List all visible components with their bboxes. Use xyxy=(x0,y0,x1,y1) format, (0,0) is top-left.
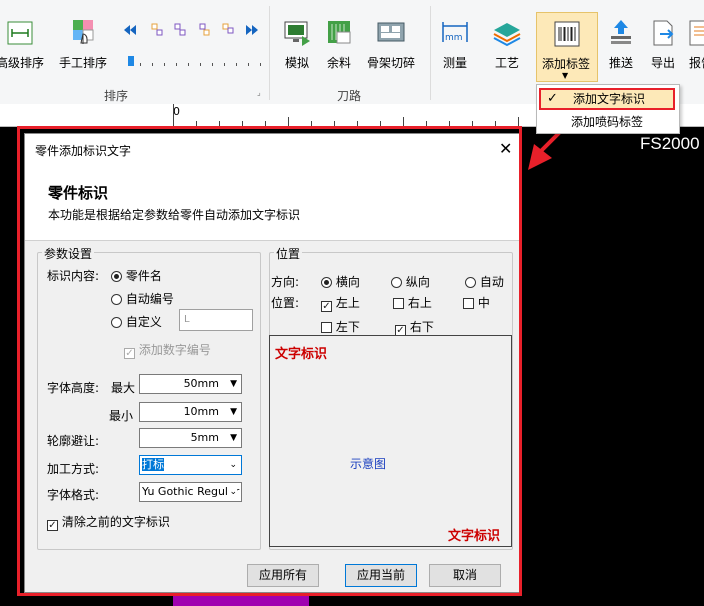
method-select[interactable]: 打标 ⌄ xyxy=(139,455,242,475)
process-icon xyxy=(492,18,522,48)
manual-sort-button[interactable]: 手工排序 xyxy=(55,18,111,71)
apply-current-button[interactable]: 应用当前 xyxy=(345,564,417,587)
radio-custom[interactable]: 自定义 xyxy=(111,313,162,330)
chevron-down-icon: ▼ xyxy=(230,407,237,417)
sort-style-3-icon xyxy=(199,23,210,36)
font-select[interactable]: Yu Gothic Regular ⌄ xyxy=(139,482,242,502)
simulate-button[interactable]: 模拟 xyxy=(278,18,316,71)
dialog-launcher-icon[interactable]: ⌟ xyxy=(257,88,261,97)
prev-icon xyxy=(124,25,136,35)
check-icon: ✓ xyxy=(547,91,558,106)
dialog-title: 零件添加标识文字 xyxy=(35,144,132,158)
measure-icon: mm xyxy=(440,18,470,48)
export-button[interactable]: 导出 xyxy=(646,18,680,71)
apply-all-button[interactable]: 应用所有 xyxy=(247,564,319,587)
chevron-down-icon: ▼ xyxy=(230,379,237,389)
advanced-sort-icon xyxy=(5,18,35,48)
remnant-icon xyxy=(324,18,354,48)
cancel-button[interactable]: 取消 xyxy=(429,564,501,587)
part-label-dialog: 零件添加标识文字 ✕ 零件标识 本功能是根据给定参数给零件自动添加文字标识 参数… xyxy=(24,133,520,593)
chevron-down-icon: ▼ xyxy=(230,433,237,443)
chevron-down-icon: ▼ xyxy=(562,71,569,80)
checkbox-bottom-right[interactable]: ✓ 右下 xyxy=(395,318,434,336)
radio-auto[interactable]: 自动 xyxy=(465,273,504,290)
push-icon xyxy=(606,18,636,48)
skeleton-cut-icon xyxy=(376,18,406,48)
checkbox-bottom-left[interactable]: 左下 xyxy=(321,318,360,335)
radio-horizontal[interactable]: 横向 xyxy=(321,273,360,290)
dialog-description: 本功能是根据给定参数给零件自动添加文字标识 xyxy=(48,208,301,222)
sort-slider[interactable] xyxy=(128,56,264,68)
sort-group-label: 排序 xyxy=(104,89,129,103)
checkbox-top-left[interactable]: ✓ 左上 xyxy=(321,294,360,312)
push-button[interactable]: 推送 xyxy=(604,18,638,71)
advanced-sort-button[interactable]: 高级排序 xyxy=(0,18,46,71)
manual-sort-icon xyxy=(68,18,98,48)
sort-style-strip xyxy=(122,22,262,38)
group-separator xyxy=(430,6,431,100)
preview-text-top-left: 文字标识 xyxy=(275,347,328,362)
menu-item-add-text-label[interactable]: ✓ 添加文字标识 xyxy=(539,88,675,110)
checkbox-center[interactable]: 中 xyxy=(463,294,490,311)
chevron-down-icon: ⌄ xyxy=(227,483,237,501)
radio-part-name[interactable]: 零件名 xyxy=(111,267,162,284)
report-button[interactable]: 报告 xyxy=(684,18,704,71)
skeleton-cut-button[interactable]: 骨架切碎 xyxy=(364,18,418,71)
clear-previous-checkbox[interactable]: ✓ 清除之前的文字标识 xyxy=(47,513,170,531)
remnant-button[interactable]: 余料 xyxy=(322,18,356,71)
process-button[interactable]: 工艺 xyxy=(490,18,524,71)
add-number-checkbox[interactable]: ✓ 添加数字编号 xyxy=(124,341,211,359)
dialog-header: 零件标识 本功能是根据给定参数给零件自动添加文字标识 xyxy=(25,164,519,241)
svg-text:mm: mm xyxy=(445,33,463,43)
sort-style-2-icon xyxy=(174,23,186,36)
preview-panel: 文字标识 示意图 文字标识 xyxy=(269,335,512,547)
toolpath-group-label: 刀路 xyxy=(337,89,362,103)
sort-style-1-icon xyxy=(151,23,163,36)
sort-style-4-icon xyxy=(222,23,234,34)
part-shape[interactable] xyxy=(173,593,309,606)
radio-auto-number[interactable]: 自动编号 xyxy=(111,290,174,307)
dialog-heading: 零件标识 xyxy=(48,184,109,202)
radio-vertical[interactable]: 纵向 xyxy=(391,273,430,290)
close-icon[interactable]: ✕ xyxy=(499,139,512,158)
preview-caption: 示意图 xyxy=(350,457,387,471)
min-height-combo[interactable]: 10mm ▼ xyxy=(139,402,242,422)
measure-button[interactable]: mm 测量 xyxy=(438,18,472,71)
simulate-icon xyxy=(282,18,312,48)
max-height-combo[interactable]: 50mm ▼ xyxy=(139,374,242,394)
preview-text-bottom-right: 文字标识 xyxy=(448,529,501,544)
chevron-down-icon: ⌄ xyxy=(229,460,237,470)
menu-item-add-inkjet-label[interactable]: 添加喷码标签 xyxy=(539,112,675,132)
custom-text-input[interactable]: L xyxy=(179,309,253,331)
part-label: FS2000 xyxy=(640,134,700,153)
add-label-button[interactable]: 添加标签 ▼ xyxy=(536,12,598,82)
add-label-menu: ✓ 添加文字标识 添加喷码标签 xyxy=(536,84,680,134)
next-icon xyxy=(246,25,258,35)
report-icon xyxy=(686,18,704,48)
export-icon xyxy=(648,18,678,48)
checkbox-top-right[interactable]: 右上 xyxy=(393,294,432,311)
group-separator xyxy=(269,6,270,100)
add-label-icon xyxy=(552,19,582,49)
contour-avoid-combo[interactable]: 5mm ▼ xyxy=(139,428,242,448)
dialog-titlebar: 零件添加标识文字 ✕ xyxy=(25,134,519,164)
